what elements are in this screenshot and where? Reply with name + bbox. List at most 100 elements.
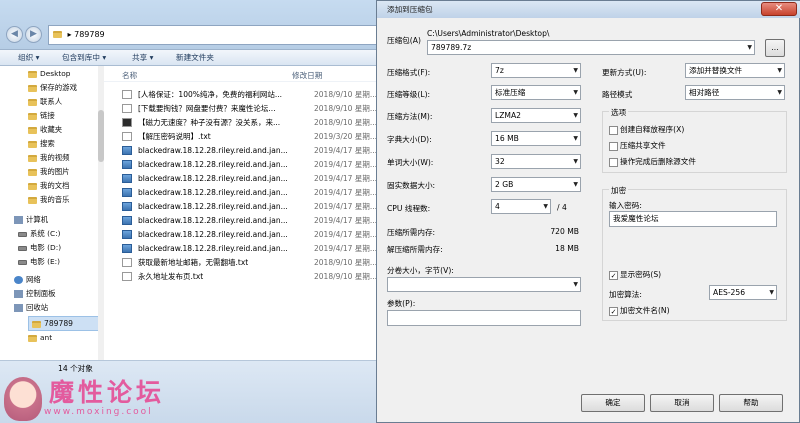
- file-row[interactable]: blackedraw.18.12.28.riley.reid.and.jan..…: [120, 228, 378, 241]
- nav-item-label: Desktop: [40, 69, 71, 78]
- split-combo[interactable]: ▼: [387, 277, 581, 292]
- nav-item-label: 搜索: [40, 139, 55, 148]
- nav-item[interactable]: 我的视频: [28, 152, 70, 164]
- params-input[interactable]: [387, 310, 581, 326]
- shared-checkbox[interactable]: 压缩共享文件: [609, 140, 666, 151]
- nav-item-label: 我的文档: [40, 181, 70, 190]
- dict-label: 字典大小(D):: [387, 135, 432, 144]
- new-folder-button[interactable]: 新建文件夹: [176, 52, 214, 63]
- file-date: 2018/9/10 星期...: [314, 118, 377, 127]
- archive-path: C:\Users\Administrator\Desktop\: [427, 29, 550, 38]
- nav-item[interactable]: 网络: [14, 274, 41, 286]
- file-row[interactable]: 获取最新地址邮箱，无需翻墙.txt 2018/9/10 星期...: [120, 256, 378, 269]
- nav-item[interactable]: 联系人: [28, 96, 62, 108]
- check-icon: ✓: [609, 306, 618, 316]
- algo-value: AES-256: [713, 288, 746, 297]
- level-label: 压缩等级(L):: [387, 90, 431, 99]
- method-select[interactable]: LZMA2 ▼: [491, 108, 581, 123]
- file-icon: [122, 132, 132, 141]
- nav-item[interactable]: Desktop: [28, 68, 70, 80]
- explorer-toolbar: 组织 ▾ 包含到库中 ▾ 共享 ▾ 新建文件夹: [0, 50, 380, 66]
- nav-item[interactable]: 系统 (C:): [18, 228, 61, 240]
- file-row[interactable]: 永久地址发布页.txt 2018/9/10 星期...: [120, 270, 378, 283]
- nav-item[interactable]: 我的文档: [28, 180, 70, 192]
- file-row[interactable]: 【磁力无速度？种子没有源？没关系，来... 2018/9/10 星期...: [120, 116, 378, 129]
- sfx-checkbox[interactable]: 创建自释放程序(X): [609, 124, 684, 135]
- nav-item-label: 网络: [26, 275, 41, 284]
- nav-item[interactable]: 收藏夹: [28, 124, 62, 136]
- column-name[interactable]: 名称: [122, 70, 137, 81]
- chevron-down-icon: ▼: [573, 89, 578, 96]
- ok-button[interactable]: 确定: [581, 394, 645, 412]
- back-button[interactable]: ◀: [6, 26, 23, 43]
- nav-item[interactable]: 链接: [28, 110, 55, 122]
- encrypt-names-checkbox[interactable]: ✓ 加密文件名(N): [609, 305, 670, 316]
- file-row[interactable]: [下载要掏钱？网盘要付费？来魔性论坛... 2018/9/10 星期...: [120, 102, 378, 115]
- method-value: LZMA2: [495, 111, 522, 120]
- nav-item[interactable]: 控制面板: [14, 288, 56, 300]
- file-date: 2018/9/10 星期...: [314, 90, 377, 99]
- threads-select[interactable]: 4 ▼: [491, 199, 551, 214]
- watermark-logo: 魔性论坛 www.moxing.cool: [4, 373, 204, 423]
- path-mode-select[interactable]: 相对路径 ▼: [685, 85, 785, 100]
- file-row[interactable]: blackedraw.18.12.28.riley.reid.and.jan..…: [120, 242, 378, 255]
- forward-button[interactable]: ▶: [25, 26, 42, 43]
- nav-item[interactable]: 电影 (E:): [18, 256, 60, 268]
- solid-label: 固实数据大小:: [387, 181, 436, 190]
- browse-button[interactable]: ...: [765, 39, 785, 57]
- nav-item[interactable]: ant: [28, 332, 52, 344]
- nav-item-label: 保存的游戏: [40, 83, 77, 92]
- path-mode-label: 路径模式: [602, 90, 633, 99]
- close-button[interactable]: ✕: [761, 2, 797, 16]
- file-row[interactable]: blackedraw.18.12.28.riley.reid.and.jan..…: [120, 172, 378, 185]
- status-bar: 14 个对象 魔性论坛 www.moxing.cool: [0, 360, 380, 423]
- folder-icon: [32, 320, 41, 328]
- nav-item[interactable]: 回收站: [14, 302, 48, 314]
- nav-item[interactable]: 保存的游戏: [28, 82, 77, 94]
- organize-menu[interactable]: 组织 ▾: [18, 52, 39, 63]
- file-row[interactable]: blackedraw.18.12.28.riley.reid.and.jan..…: [120, 214, 378, 227]
- nav-item[interactable]: 我的音乐: [28, 194, 70, 206]
- file-name: blackedraw.18.12.28.riley.reid.and.jan..…: [138, 146, 288, 155]
- file-row[interactable]: 【解压密码说明】.txt 2019/3/20 星期...: [120, 130, 378, 143]
- algo-select[interactable]: AES-256 ▼: [709, 285, 777, 300]
- file-name: blackedraw.18.12.28.riley.reid.and.jan..…: [138, 174, 288, 183]
- options-title: 选项: [609, 107, 629, 118]
- level-select[interactable]: 标准压缩 ▼: [491, 85, 581, 100]
- file-date: 2019/4/17 星期...: [314, 230, 377, 239]
- file-row[interactable]: blackedraw.18.12.28.riley.reid.and.jan..…: [120, 144, 378, 157]
- address-bar[interactable]: ▸ 789789: [48, 25, 378, 45]
- column-header: 名称 修改日期: [104, 68, 380, 82]
- word-select[interactable]: 32 ▼: [491, 154, 581, 169]
- control-panel-icon: [14, 290, 23, 298]
- file-icon: [122, 230, 132, 239]
- solid-select[interactable]: 2 GB ▼: [491, 177, 581, 192]
- cancel-button[interactable]: 取消: [650, 394, 714, 412]
- update-select[interactable]: 添加并替换文件 ▼: [685, 63, 785, 78]
- mem-decomp-value: 18 MB: [555, 244, 579, 253]
- nav-item[interactable]: 电影 (D:): [18, 242, 61, 254]
- file-row[interactable]: [人格保证：100%纯净，免费的福利网站... 2018/9/10 星期...: [120, 88, 378, 101]
- share-menu[interactable]: 共享 ▾: [132, 52, 153, 63]
- file-row[interactable]: blackedraw.18.12.28.riley.reid.and.jan..…: [120, 158, 378, 171]
- format-select[interactable]: 7z ▼: [491, 63, 581, 78]
- column-date[interactable]: 修改日期: [292, 70, 322, 81]
- file-row[interactable]: blackedraw.18.12.28.riley.reid.and.jan..…: [120, 200, 378, 213]
- include-library-menu[interactable]: 包含到库中 ▾: [62, 52, 106, 63]
- file-list-pane: 名称 修改日期 [人格保证：100%纯净，免费的福利网站... 2018/9/10…: [104, 66, 380, 360]
- dict-select[interactable]: 16 MB ▼: [491, 131, 581, 146]
- nav-item[interactable]: 我的图片: [28, 166, 70, 178]
- mem-comp-value: 720 MB: [550, 227, 579, 236]
- file-row[interactable]: blackedraw.18.12.28.riley.reid.and.jan..…: [120, 186, 378, 199]
- nav-item[interactable]: 搜索: [28, 138, 55, 150]
- show-password-checkbox[interactable]: ✓ 显示密码(S): [609, 269, 661, 280]
- help-button[interactable]: 帮助: [719, 394, 783, 412]
- split-label: 分卷大小，字节(V):: [387, 266, 454, 275]
- archive-name-combo[interactable]: 789789.7z ▼: [427, 40, 755, 55]
- word-label: 单词大小(W):: [387, 158, 434, 167]
- chevron-down-icon: ▼: [543, 203, 548, 210]
- password-input[interactable]: 我爱魔性论坛: [609, 211, 777, 227]
- delete-checkbox[interactable]: 操作完成后删除源文件: [609, 156, 696, 167]
- algo-label: 加密算法:: [609, 290, 642, 299]
- nav-item[interactable]: 计算机: [14, 214, 48, 226]
